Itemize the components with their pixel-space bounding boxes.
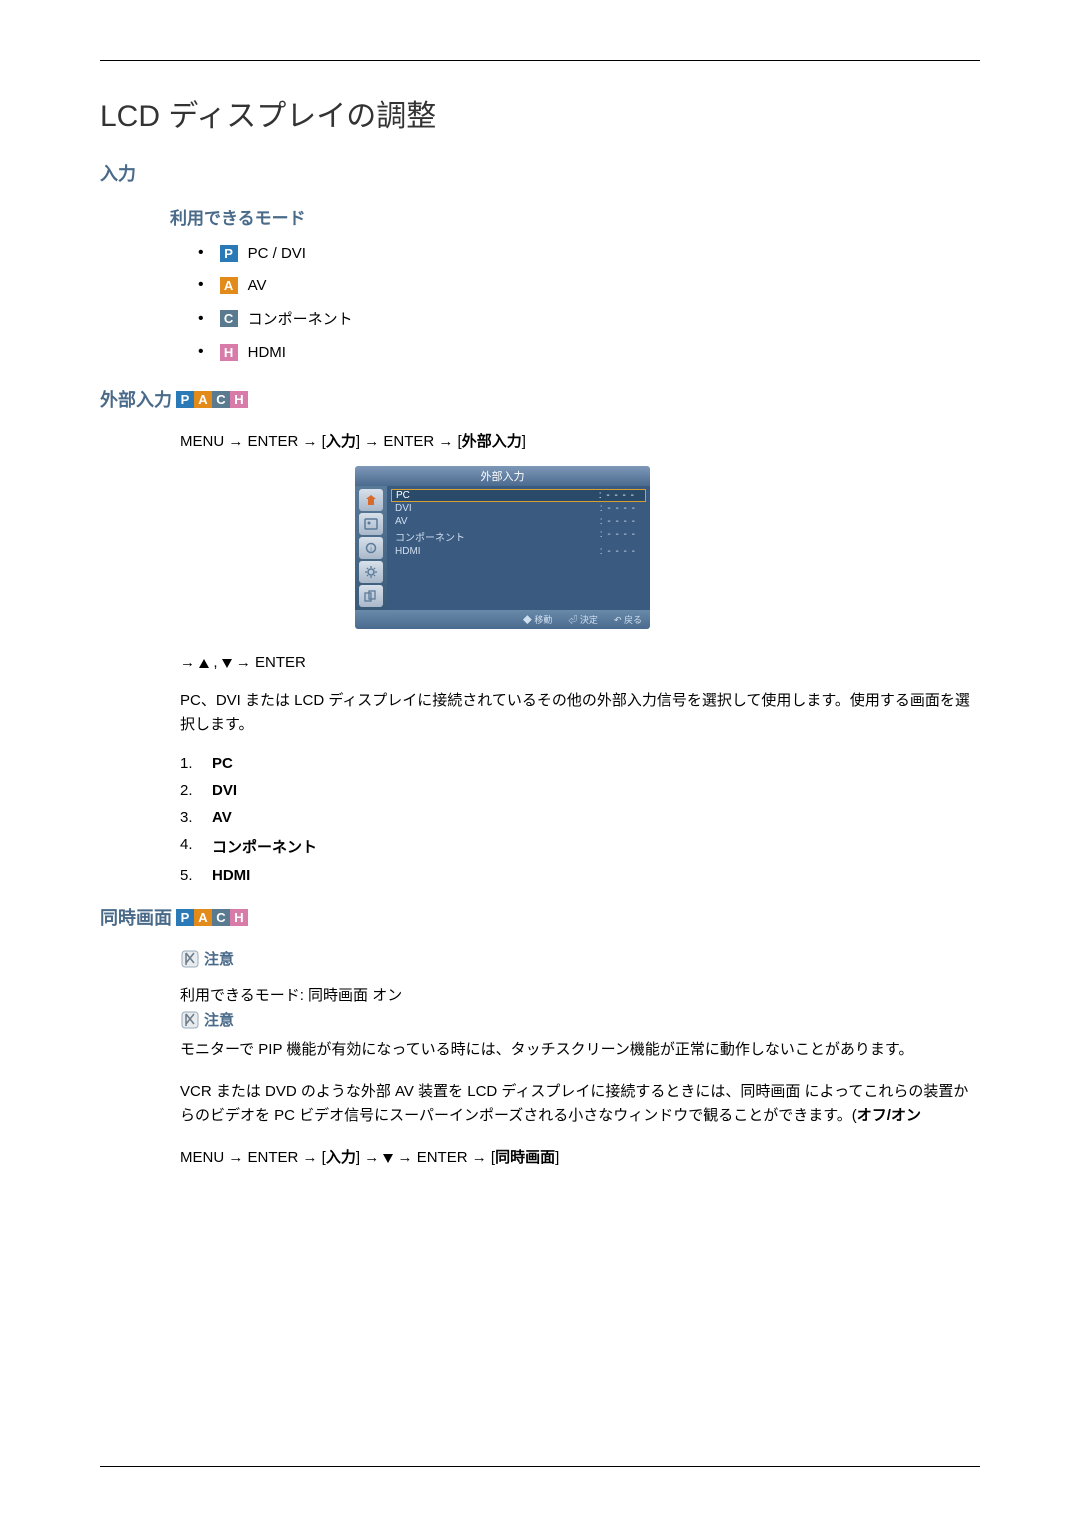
note-label: 注意 — [204, 1009, 234, 1030]
osd-footer-move: ◆ 移動 — [523, 613, 553, 626]
osd-title: 外部入力 — [355, 466, 650, 486]
badge-h-icon: H — [230, 391, 248, 408]
badge-p-icon: P — [220, 245, 238, 262]
modes-list: P PC / DVI A AV C コンポーネント H HDMI — [198, 244, 980, 361]
osd-footer-enter: ⏎ 決定 — [568, 613, 598, 626]
pip-para1: モニターで PIP 機能が有効になっている時には、タッチスクリーン機能が正常に動… — [180, 1038, 980, 1062]
mode-item-av: A AV — [198, 276, 980, 294]
page-title: LCD ディスプレイの調整 — [100, 91, 980, 135]
badge-c-icon: C — [220, 310, 238, 327]
menu-path: MENU → ENTER → [入力] → ENTER → [外部入力] — [180, 430, 980, 451]
osd-footer: ◆ 移動 ⏎ 決定 ↶ 戻る — [355, 610, 650, 629]
mode-label: PC / DVI — [248, 245, 306, 262]
mode-label: コンポーネント — [248, 308, 353, 329]
osd-sidebar: i — [355, 486, 387, 610]
osd-footer-return: ↶ 戻る — [614, 613, 642, 626]
mode-item-component: C コンポーネント — [198, 308, 980, 329]
mode-item-pc: P PC / DVI — [198, 244, 980, 262]
badge-p-icon: P — [176, 909, 194, 926]
top-rule — [100, 60, 980, 61]
pip-menu-path: MENU → ENTER → [入力] → → ENTER → [同時画面] — [180, 1146, 980, 1167]
badge-p-icon: P — [176, 391, 194, 408]
note-icon — [180, 1010, 200, 1030]
pip-mode-line: 利用できるモード: 同時画面 オン — [180, 984, 980, 1005]
down-arrow-icon — [222, 659, 232, 668]
list-item: 1.PC — [180, 755, 980, 772]
section-input-heading: 入力 — [100, 160, 980, 186]
osd-multi-icon — [359, 585, 383, 607]
mode-item-hdmi: H HDMI — [198, 343, 980, 361]
badge-c-icon: C — [212, 391, 230, 408]
note-row: 注意 — [180, 1009, 980, 1030]
down-arrow-icon — [383, 1154, 393, 1163]
osd-input-icon — [359, 489, 383, 511]
note-label: 注意 — [204, 948, 234, 969]
up-arrow-icon — [199, 659, 209, 668]
osd-sound-icon: i — [359, 537, 383, 559]
nav-arrow-line: → , → ENTER — [180, 654, 980, 671]
osd-picture-icon — [359, 513, 383, 535]
osd-main: PC: - - - - DVI: - - - - AV: - - - - コンポ… — [387, 486, 650, 610]
pip-para2: VCR または DVD のような外部 AV 装置を LCD ディスプレイに接続す… — [180, 1080, 980, 1128]
note-icon — [180, 949, 200, 969]
badge-a-icon: A — [220, 277, 238, 294]
section-external-heading: 外部入力 P A C H — [100, 386, 980, 412]
osd-body: i PC: - - - - DVI: - - - - AV: - - - - コ… — [355, 486, 650, 610]
osd-row: DVI: - - - - — [387, 502, 650, 515]
list-item: 2.DVI — [180, 782, 980, 799]
badge-h-icon: H — [230, 909, 248, 926]
badge-group-icon: P A C H — [176, 391, 248, 408]
osd-setup-icon — [359, 561, 383, 583]
list-item: 3.AV — [180, 809, 980, 826]
osd-row: コンポーネント: - - - - — [387, 528, 650, 545]
osd-row: HDMI: - - - - — [387, 545, 650, 558]
bottom-rule — [100, 1466, 980, 1467]
external-description: PC、DVI または LCD ディスプレイに接続されているその他の外部入力信号を… — [180, 689, 980, 737]
badge-a-icon: A — [194, 909, 212, 926]
badge-group-icon: P A C H — [176, 909, 248, 926]
mode-label: HDMI — [248, 344, 286, 361]
list-item: 4.コンポーネント — [180, 836, 980, 857]
badge-c-icon: C — [212, 909, 230, 926]
modes-heading: 利用できるモード — [170, 204, 980, 229]
list-item: 5.HDMI — [180, 867, 980, 884]
section-pip-heading: 同時画面 P A C H — [100, 904, 980, 930]
osd-row: PC: - - - - — [391, 489, 646, 502]
badge-a-icon: A — [194, 391, 212, 408]
external-input-list: 1.PC 2.DVI 3.AV 4.コンポーネント 5.HDMI — [180, 755, 980, 884]
mode-label: AV — [248, 277, 267, 294]
badge-h-icon: H — [220, 344, 238, 361]
note-row: 注意 — [180, 948, 980, 969]
osd-preview: 外部入力 i — [355, 466, 650, 629]
osd-row: AV: - - - - — [387, 515, 650, 528]
